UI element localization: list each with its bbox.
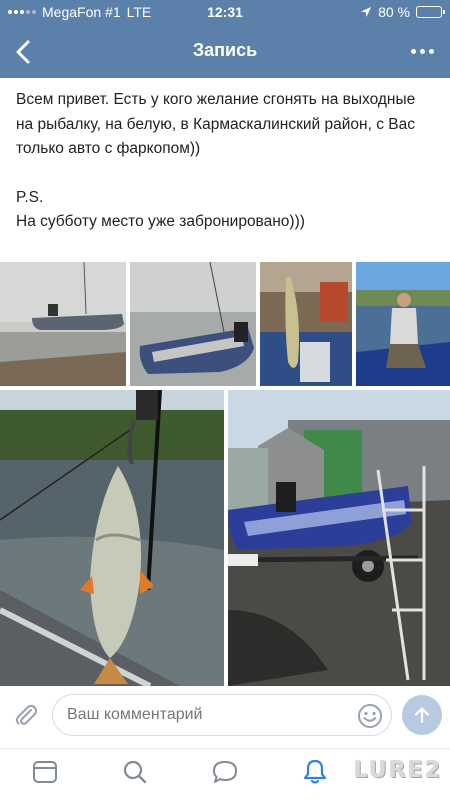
- battery-percent: 80 %: [378, 4, 410, 20]
- battery-icon: [416, 6, 445, 18]
- post-paragraph: Всем привет. Есть у кого желание сгонять…: [16, 91, 416, 157]
- photo-boat-trailer[interactable]: [228, 390, 450, 686]
- send-button[interactable]: [402, 695, 442, 735]
- photo-fisherman-boat[interactable]: [356, 262, 450, 386]
- photo-boat-water[interactable]: [130, 262, 256, 386]
- messages-icon[interactable]: [210, 757, 240, 787]
- smile-icon[interactable]: [356, 702, 384, 730]
- post-text: Всем привет. Есть у кого желание сгонять…: [16, 88, 436, 235]
- post-ps: P.S.: [16, 188, 44, 206]
- comment-bar: [0, 690, 450, 740]
- send-arrow-icon: [414, 707, 430, 724]
- watermark: LURE2: [353, 758, 442, 783]
- navbar: Запись: [0, 26, 450, 76]
- status-bar: MegaFon #1 LTE 12:31 80 %: [0, 0, 450, 24]
- news-icon[interactable]: [30, 757, 60, 787]
- search-icon[interactable]: [120, 757, 150, 787]
- header: MegaFon #1 LTE 12:31 80 % Запись: [0, 0, 450, 78]
- more-dots-icon[interactable]: [406, 38, 438, 64]
- post-ps-text: На субботу место уже забронировано))): [16, 213, 305, 230]
- photo-pike-catch[interactable]: [260, 262, 352, 386]
- photo-fish-on-grip[interactable]: [0, 390, 224, 686]
- comment-input[interactable]: [52, 694, 392, 736]
- paperclip-icon[interactable]: [12, 701, 40, 729]
- photo-boat-shore[interactable]: [0, 262, 126, 386]
- notifications-icon[interactable]: [300, 757, 330, 787]
- page-title: Запись: [192, 40, 258, 60]
- location-icon: [361, 7, 372, 17]
